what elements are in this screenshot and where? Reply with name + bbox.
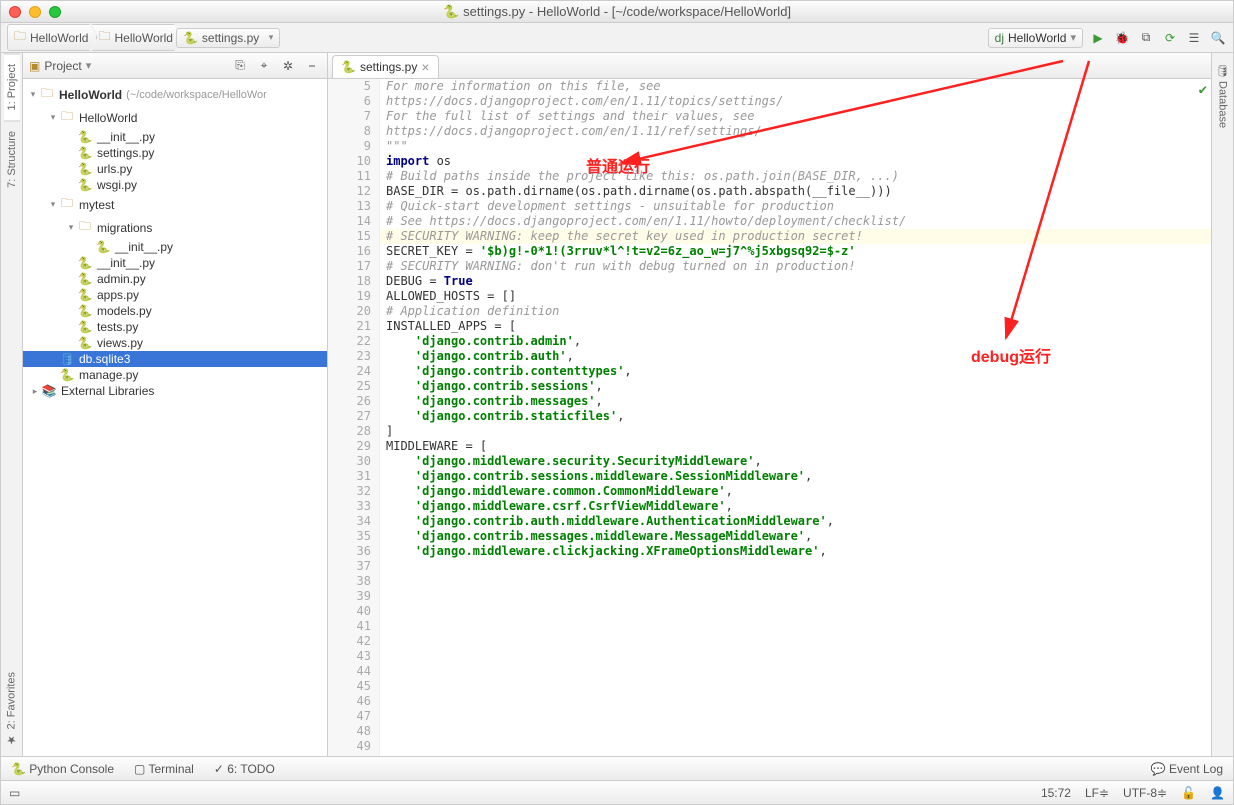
todo-tab[interactable]: ✓ 6: TODO [214,762,275,776]
bottom-tool-bar: 🐍 Python Console ▢ Terminal ✓ 6: TODO 💬 … [1,756,1233,780]
right-tool-strip: 🛢Database [1211,53,1233,756]
tree-root[interactable]: ▾🗀HelloWorld(~/code/workspace/HelloWor [23,83,327,106]
tree-node[interactable]: 🐍manage.py [23,367,327,383]
database-tool-tab[interactable]: 🛢Database [1214,53,1231,138]
tree-node[interactable]: 🐍__init__.py [23,129,327,145]
tree-node[interactable]: ▾🗀HelloWorld [23,106,327,129]
tree-node[interactable]: 🐍__init__.py [23,255,327,271]
hide-panel-icon[interactable]: ⎯ [303,57,321,75]
run-config-selector[interactable]: djHelloWorld▾ [988,28,1083,48]
editor-tab[interactable]: 🐍 settings.py × [332,55,439,78]
debug-button[interactable]: 🐞 [1113,29,1131,47]
line-gutter: 5678910111213141516171819202122232425262… [328,79,380,756]
folder-icon: 🗀 [98,27,110,48]
profile-button[interactable]: ⟳ [1161,29,1179,47]
settings-icon[interactable]: ✲ [279,57,297,75]
tree-node[interactable]: 🐍tests.py [23,319,327,335]
terminal-tab[interactable]: ▢ Terminal [134,762,194,776]
django-icon: dj [995,31,1004,45]
status-bar: ▭ 15:72 LF≑ UTF-8≑ 🔓 👤 [1,780,1233,804]
tree-node[interactable]: ▾🗀mytest [23,193,327,216]
caret-position: 15:72 [1041,786,1071,800]
run-button[interactable]: ▶ [1089,29,1107,47]
breadcrumb-item[interactable]: 🗀HelloWorld [7,24,97,51]
python-console-tab[interactable]: 🐍 Python Console [11,762,114,776]
favorites-tool-tab[interactable]: ★2: Favorites [3,662,20,756]
tree-node[interactable]: ▾🗀migrations [23,216,327,239]
python-file-icon: 🐍 [341,60,356,74]
breadcrumb-item[interactable]: 🗀HelloWorld [91,24,181,51]
left-tool-strip: 1: Project 7: Structure ★2: Favorites [1,53,23,756]
breadcrumb-item[interactable]: 🐍settings.py [176,28,280,48]
concurrency-button[interactable]: ☰ [1185,29,1203,47]
tree-node[interactable]: ▸📚External Libraries [23,383,327,399]
project-tool-tab[interactable]: 1: Project [4,53,20,121]
minimize-window-button[interactable] [29,6,41,18]
window-title: settings.py - HelloWorld - [~/code/works… [463,4,791,19]
hector-icon[interactable]: 👤 [1210,786,1225,800]
tree-node[interactable]: 🛢db.sqlite3 [23,351,327,367]
tree-node[interactable]: 🐍urls.py [23,161,327,177]
titlebar: 🐍 settings.py - HelloWorld - [~/code/work… [1,1,1233,23]
tree-node[interactable]: 🐍views.py [23,335,327,351]
tree-node[interactable]: 🐍admin.py [23,271,327,287]
tree-node[interactable]: 🐍settings.py [23,145,327,161]
python-file-icon: 🐍 [443,4,459,20]
file-encoding[interactable]: UTF-8≑ [1123,786,1167,800]
code-editor[interactable]: 5678910111213141516171819202122232425262… [328,79,1211,756]
project-icon: ▣ [29,59,40,73]
ide-status-icon[interactable]: ▭ [9,786,20,800]
project-tree[interactable]: ▾🗀HelloWorld(~/code/workspace/HelloWor▾🗀… [23,79,327,756]
structure-tool-tab[interactable]: 7: Structure [4,121,20,198]
tree-node[interactable]: 🐍wsgi.py [23,177,327,193]
collapse-all-icon[interactable]: ⎘ [231,57,249,75]
chevron-down-icon: ▾ [1070,31,1076,44]
line-separator[interactable]: LF≑ [1085,786,1109,800]
maximize-window-button[interactable] [49,6,61,18]
panel-title: Project [44,59,81,73]
chevron-down-icon: ▾ [86,59,92,72]
tree-node[interactable]: 🐍__init__.py [23,239,327,255]
folder-icon: 🗀 [14,27,26,48]
close-window-button[interactable] [9,6,21,18]
close-tab-icon[interactable]: × [421,60,429,74]
event-log-link[interactable]: 💬 Event Log [1151,762,1223,776]
python-file-icon: 🐍 [183,31,198,45]
project-panel: ▣ Project ▾ ⎘ ⌖ ✲ ⎯ ▾🗀HelloWorld(~/code/wo… [23,53,328,756]
breadcrumbs: 🗀HelloWorld 🗀HelloWorld 🐍settings.py [7,24,986,51]
lock-icon[interactable]: 🔓 [1181,786,1196,800]
tree-node[interactable]: 🐍apps.py [23,287,327,303]
tree-node[interactable]: 🐍models.py [23,303,327,319]
search-button[interactable]: 🔍 [1209,29,1227,47]
tab-label: settings.py [360,60,417,74]
navigation-toolbar: 🗀HelloWorld 🗀HelloWorld 🐍settings.py djH… [1,23,1233,53]
coverage-button[interactable]: ⧉ [1137,29,1155,47]
scroll-from-source-icon[interactable]: ⌖ [255,57,273,75]
